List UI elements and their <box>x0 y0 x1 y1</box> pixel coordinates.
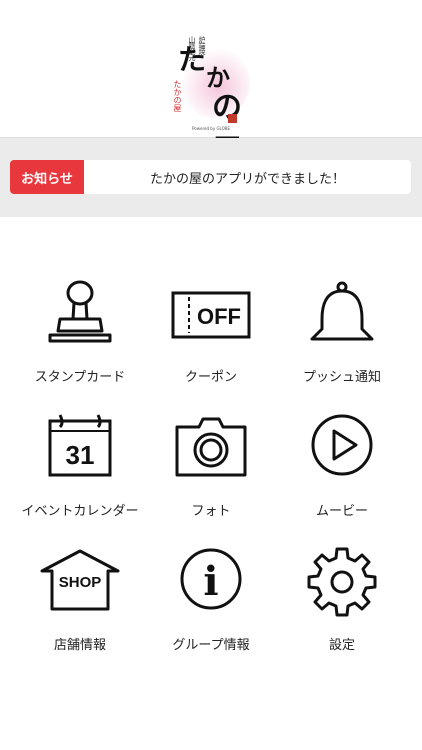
notice-message: たかの屋のアプリができました！ <box>149 171 345 187</box>
coupon-off-text: OFF <box>197 304 241 329</box>
menu-label: 店舗情報 <box>53 638 106 653</box>
coupon-icon: OFF <box>171 291 251 339</box>
takanoya-logo: 山陰地元 炉端焼 た か の屋 たかの屋 Powered by GLOBE <box>166 36 258 169</box>
menu-label: スタンプカード <box>34 370 126 385</box>
logo-char-ta: た <box>178 43 207 76</box>
menu-label: ムービー <box>315 504 368 519</box>
menu-label: イベントカレンダー <box>21 504 139 519</box>
gear-icon <box>307 547 377 617</box>
logo-seal <box>228 114 237 123</box>
menu-item-settings[interactable]: 設定 <box>272 547 412 667</box>
notice-tag: お知らせ <box>10 160 84 194</box>
info-icon: i <box>180 548 242 610</box>
notice-band: お知らせ たかの屋のアプリができました！ <box>0 138 422 217</box>
logo-red-text: たかの屋 <box>173 80 182 112</box>
menu-item-shop-info[interactable]: SHOP 店舗情報 <box>10 547 150 667</box>
menu-label: グループ情報 <box>172 638 250 653</box>
menu-label: クーポン <box>184 370 237 385</box>
menu-item-event-calendar[interactable]: 31 イベントカレンダー <box>10 413 150 533</box>
calendar-icon: 31 <box>48 414 112 477</box>
stamp-icon <box>48 280 112 343</box>
menu-item-stamp-card[interactable]: スタンプカード <box>10 279 150 399</box>
menu-item-group-info[interactable]: i グループ情報 <box>141 547 281 667</box>
shop-icon-text: SHOP <box>59 574 102 591</box>
notice-banner[interactable]: お知らせ たかの屋のアプリができました！ <box>10 160 411 194</box>
menu-label: プッシュ通知 <box>302 370 381 385</box>
menu-item-movie[interactable]: ムービー <box>272 413 412 533</box>
powered-by-text: Powered by GLOBE <box>192 126 231 131</box>
calendar-day-text: 31 <box>66 440 95 470</box>
menu-item-push-notification[interactable]: プッシュ通知 <box>272 279 412 399</box>
play-icon <box>311 414 373 476</box>
app-header: 山陰地元 炉端焼 た か の屋 たかの屋 Powered by GLOBE <box>0 0 422 169</box>
menu-label: フォト <box>191 504 231 519</box>
bell-icon <box>310 281 374 341</box>
menu-item-coupon[interactable]: OFF クーポン <box>141 279 281 399</box>
menu-item-photo[interactable]: フォト <box>141 413 281 533</box>
camera-icon <box>175 417 247 477</box>
menu-label: 設定 <box>328 638 355 653</box>
info-icon-text: i <box>203 558 218 605</box>
shop-icon: SHOP <box>40 549 120 611</box>
